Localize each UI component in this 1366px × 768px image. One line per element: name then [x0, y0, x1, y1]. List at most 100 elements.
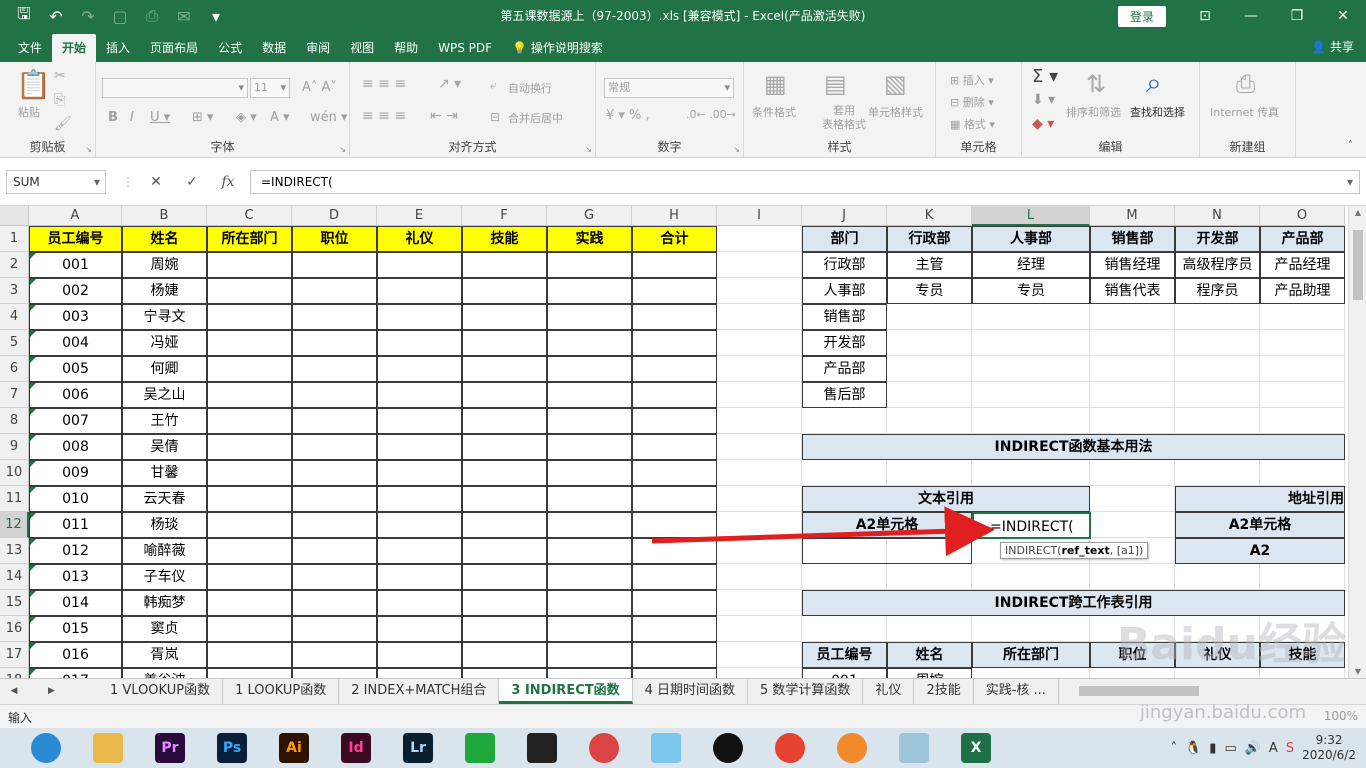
table-cell[interactable]: 开发部 — [802, 330, 887, 356]
table-cell[interactable] — [292, 408, 377, 434]
table-cell[interactable] — [462, 616, 547, 642]
table-cell[interactable]: 013 — [29, 564, 122, 590]
row-header-12[interactable]: 12 — [0, 512, 29, 538]
table-cell[interactable] — [207, 330, 292, 356]
indesign-icon[interactable]: Id — [334, 728, 378, 768]
scroll-thumb[interactable] — [1353, 230, 1363, 300]
table-cell[interactable] — [292, 642, 377, 668]
table-cell[interactable] — [632, 382, 717, 408]
table-cell[interactable]: 销售部 — [802, 304, 887, 330]
underline-icon[interactable]: U ▾ — [150, 110, 170, 125]
column-header-f[interactable]: F — [462, 206, 547, 226]
grid-cell[interactable] — [1090, 460, 1175, 486]
grid-cell[interactable] — [887, 616, 972, 642]
row-header-6[interactable]: 6 — [0, 356, 29, 382]
grid-cell[interactable] — [717, 668, 802, 678]
grid-cell[interactable] — [1260, 408, 1345, 434]
table-cell[interactable]: 宁寻文 — [122, 304, 207, 330]
tab-wps-pdf[interactable]: WPS PDF — [428, 34, 502, 62]
cut-icon[interactable]: ✂ — [54, 68, 66, 84]
dialog-launcher-icon[interactable]: ↘ — [85, 145, 92, 154]
grid-cell[interactable] — [717, 382, 802, 408]
grid-cell[interactable] — [1090, 304, 1175, 330]
row-header-18[interactable]: 18 — [0, 668, 29, 678]
row-header-5[interactable]: 5 — [0, 330, 29, 356]
table-cell[interactable]: INDIRECT跨工作表引用 — [802, 590, 1345, 616]
qq-tray-icon[interactable]: 🐧 — [1185, 741, 1201, 756]
copy-icon[interactable]: ⎘ — [54, 92, 65, 108]
table-cell[interactable]: 行政部 — [887, 226, 972, 252]
table-cell[interactable] — [292, 564, 377, 590]
table-cell[interactable]: 产品经理 — [1260, 252, 1345, 278]
column-header-k[interactable]: K — [887, 206, 972, 226]
insert-function-icon[interactable]: fx — [212, 170, 244, 194]
table-cell[interactable]: 产品部 — [1260, 226, 1345, 252]
table-cell[interactable]: A2单元格 — [1175, 512, 1345, 538]
table-cell[interactable] — [377, 252, 462, 278]
formula-input[interactable]: =INDIRECT( — [250, 170, 1360, 194]
scroll-up-icon[interactable]: ▲ — [1349, 208, 1366, 217]
phonetic-icon[interactable]: wén ▾ — [310, 110, 348, 125]
table-cell[interactable] — [377, 278, 462, 304]
format-as-table-icon[interactable]: ▤ — [824, 70, 847, 98]
eraser-app-icon[interactable] — [892, 728, 936, 768]
insert-cells-button[interactable]: ⊞ 插入 ▾ — [950, 72, 994, 88]
table-cell[interactable] — [377, 304, 462, 330]
delete-cells-button[interactable]: ⊟ 删除 ▾ — [950, 94, 994, 110]
table-cell[interactable] — [377, 538, 462, 564]
table-cell[interactable] — [207, 304, 292, 330]
table-cell[interactable]: 合计 — [632, 226, 717, 252]
table-cell[interactable]: 销售经理 — [1090, 252, 1175, 278]
table-cell[interactable] — [207, 538, 292, 564]
table-cell[interactable] — [207, 590, 292, 616]
maximize-icon[interactable]: ❐ — [1274, 0, 1320, 32]
enter-icon[interactable]: ✓ — [176, 170, 208, 194]
row-header-7[interactable]: 7 — [0, 382, 29, 408]
table-cell[interactable] — [462, 460, 547, 486]
row-header-9[interactable]: 9 — [0, 434, 29, 460]
table-cell[interactable] — [632, 356, 717, 382]
table-cell[interactable] — [462, 278, 547, 304]
table-cell[interactable] — [207, 356, 292, 382]
login-button[interactable]: 登录 — [1117, 5, 1166, 27]
table-cell[interactable]: 职位 — [1090, 642, 1175, 668]
merge-center-icon[interactable]: ⊟ — [490, 110, 500, 124]
cell-styles-icon[interactable]: ▧ — [884, 70, 907, 98]
active-cell-editor[interactable]: =INDIRECT( — [972, 512, 1091, 539]
table-cell[interactable] — [292, 486, 377, 512]
dialog-launcher-icon[interactable]: ↘ — [585, 145, 592, 154]
table-cell[interactable] — [547, 564, 632, 590]
table-cell[interactable] — [207, 564, 292, 590]
table-cell[interactable] — [632, 538, 717, 564]
table-cell[interactable] — [207, 382, 292, 408]
table-cell[interactable] — [632, 408, 717, 434]
table-cell[interactable] — [462, 382, 547, 408]
grid-cell[interactable] — [1175, 408, 1260, 434]
save-icon[interactable]: 🖫 — [8, 0, 40, 32]
table-cell[interactable] — [377, 486, 462, 512]
sheet-tab-active[interactable]: 3 INDIRECT函数 — [499, 679, 633, 704]
table-cell[interactable]: 姓名 — [122, 226, 207, 252]
table-cell[interactable] — [632, 278, 717, 304]
table-cell[interactable] — [207, 616, 292, 642]
table-cell[interactable]: 015 — [29, 616, 122, 642]
table-cell[interactable] — [292, 590, 377, 616]
row-header-10[interactable]: 10 — [0, 460, 29, 486]
table-cell[interactable]: 016 — [29, 642, 122, 668]
green-app-icon[interactable] — [458, 728, 502, 768]
new-file-icon[interactable]: ▢ — [104, 0, 136, 32]
photoshop-icon[interactable]: Ps — [210, 728, 254, 768]
tab-page-layout[interactable]: 页面布局 — [140, 34, 208, 62]
table-cell[interactable]: 部门 — [802, 226, 887, 252]
clock[interactable]: 9:32 2020/6/2 — [1302, 733, 1356, 763]
table-cell[interactable] — [207, 278, 292, 304]
table-cell[interactable] — [632, 616, 717, 642]
lightroom-icon[interactable]: Lr — [396, 728, 440, 768]
table-cell[interactable]: 011 — [29, 512, 122, 538]
row-header-13[interactable]: 13 — [0, 538, 29, 564]
h-scroll-thumb[interactable] — [1078, 686, 1199, 696]
table-cell[interactable]: 006 — [29, 382, 122, 408]
table-cell[interactable]: 销售部 — [1090, 226, 1175, 252]
table-cell[interactable]: 销售代表 — [1090, 278, 1175, 304]
table-cell[interactable] — [547, 642, 632, 668]
